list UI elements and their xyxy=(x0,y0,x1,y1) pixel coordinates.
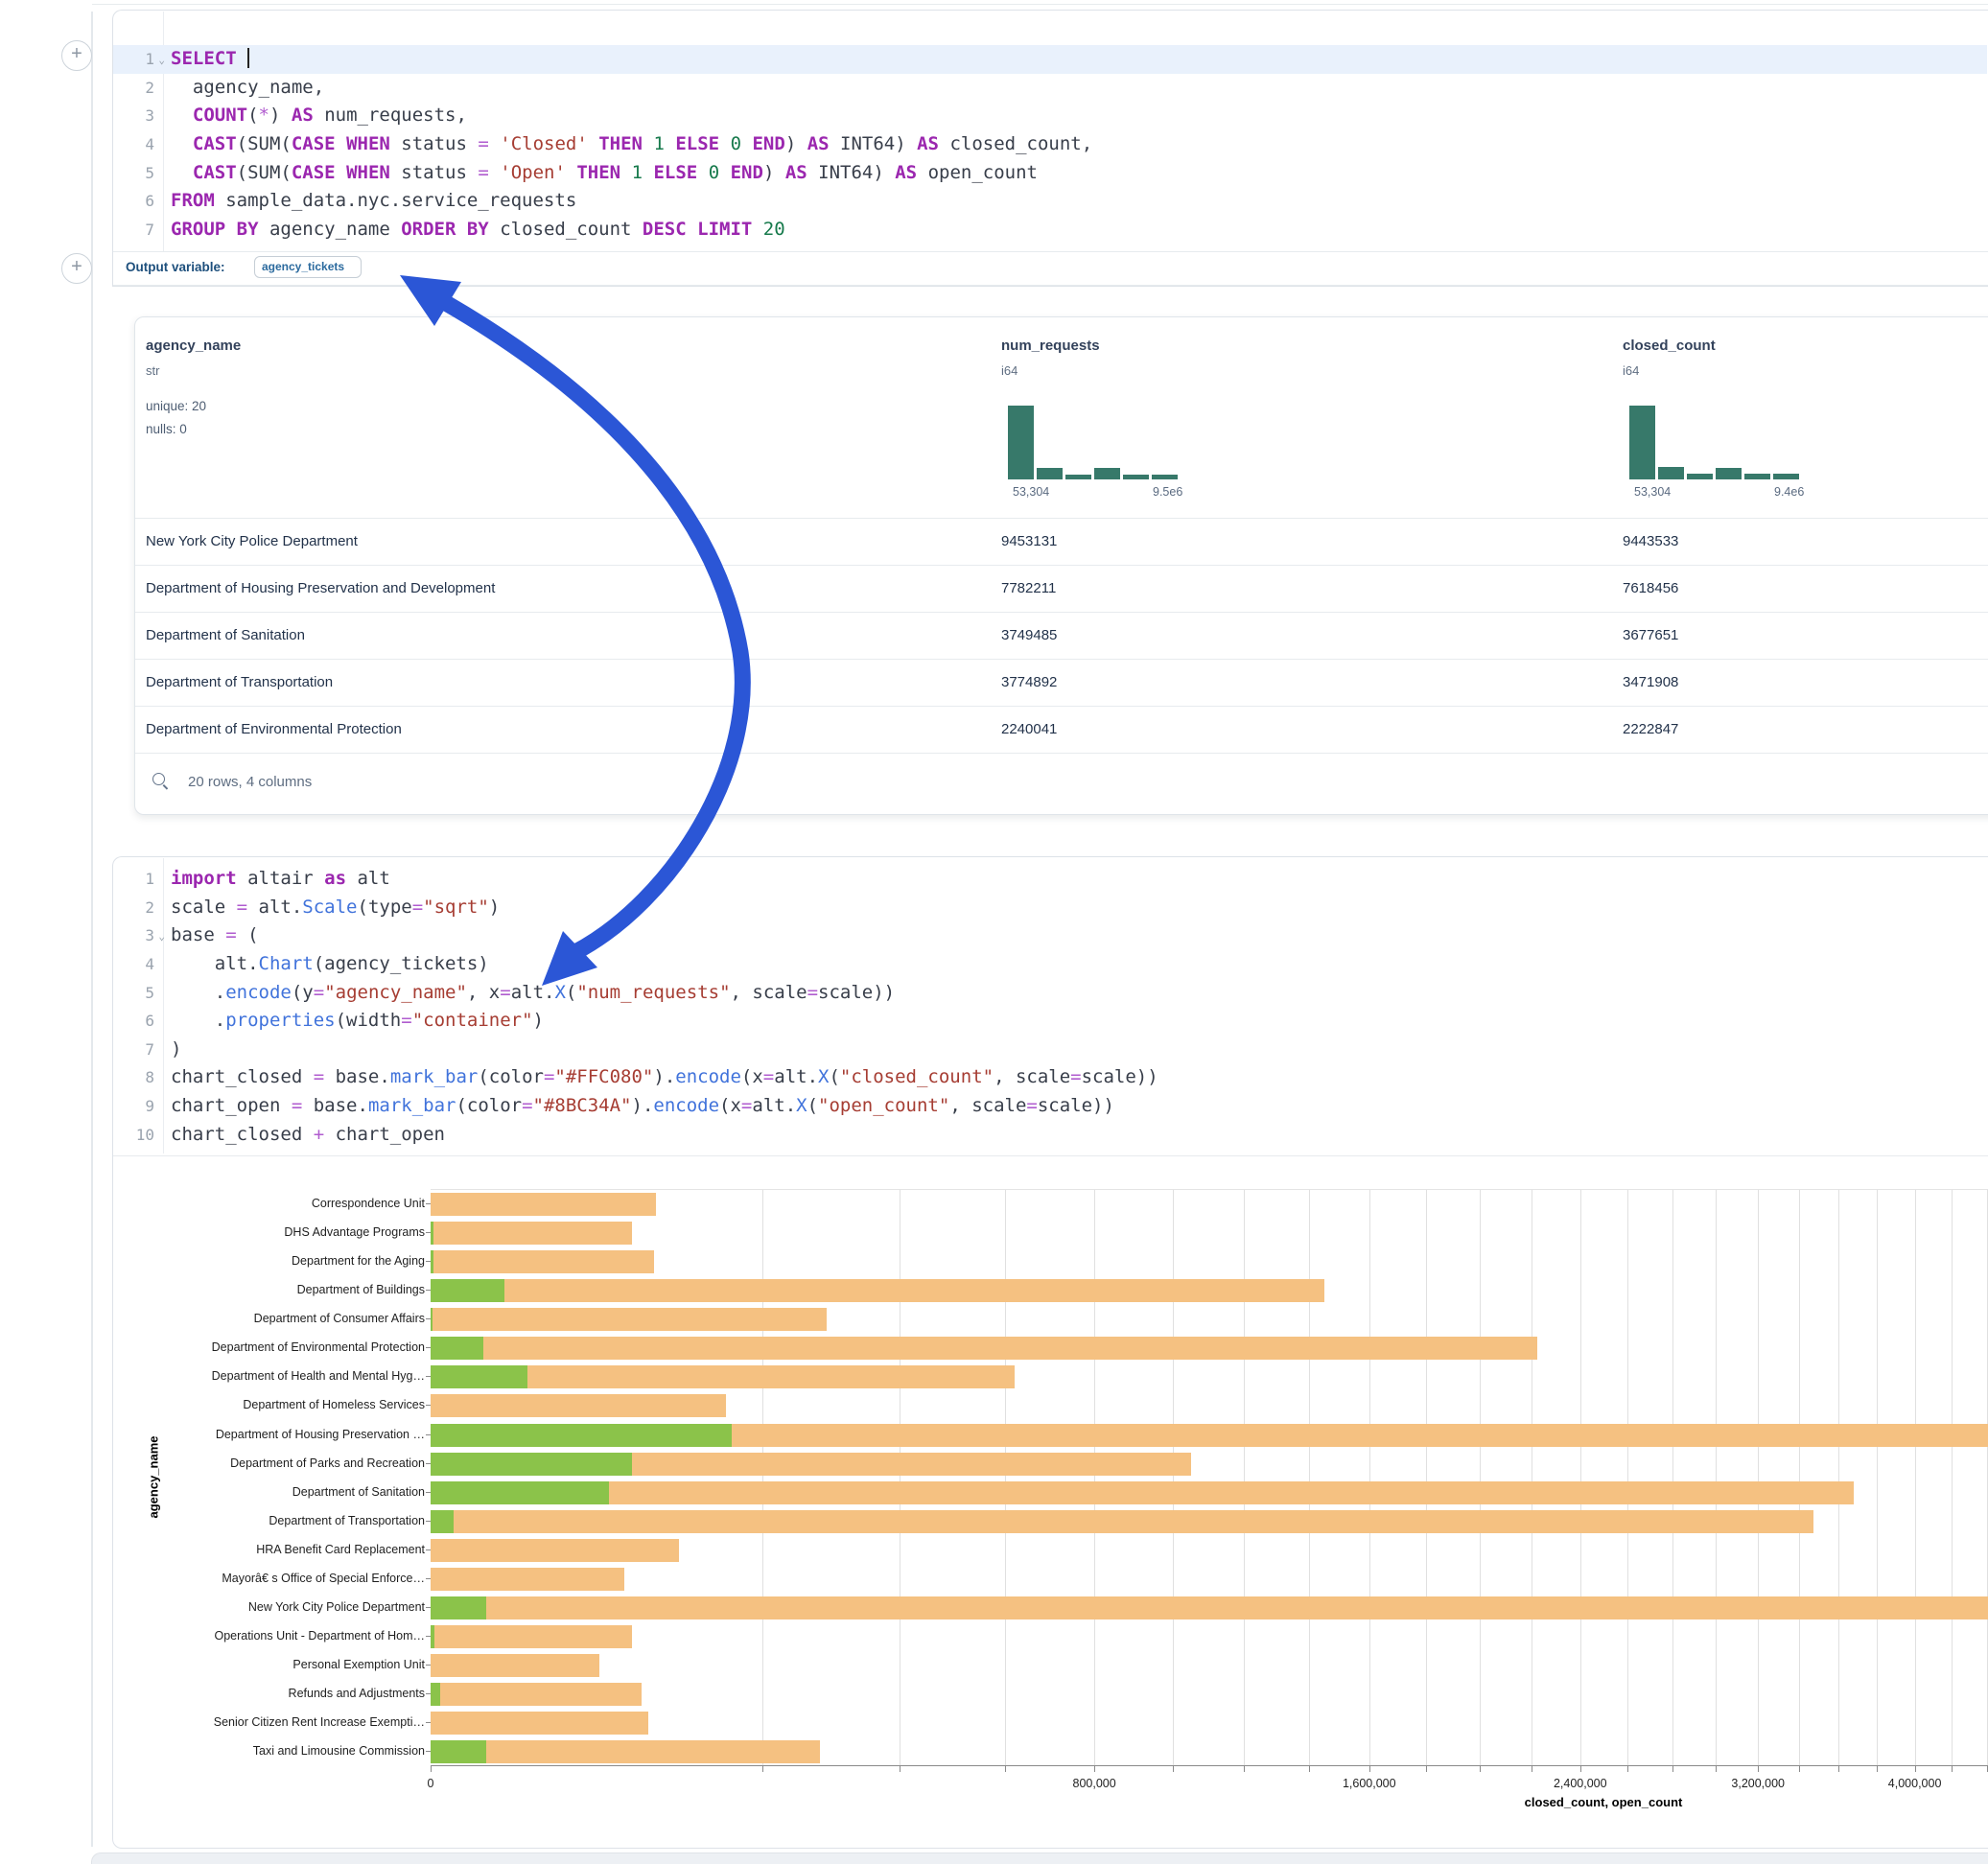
code-line: 4 CAST(SUM(CASE WHEN status = 'Closed' T… xyxy=(113,130,1987,159)
output-variable-chip[interactable]: agency_tickets xyxy=(254,256,362,278)
line-number: 6 xyxy=(113,187,164,216)
code-line: 7GROUP BY agency_name ORDER BY closed_co… xyxy=(113,216,1987,245)
code-line: 5 CAST(SUM(CASE WHEN status = 'Open' THE… xyxy=(113,159,1987,188)
line-number: 4 xyxy=(113,950,164,979)
code-line: 2 agency_name, xyxy=(113,74,1987,103)
code-line: 9chart_open = base.mark_bar(color="#8BC3… xyxy=(113,1092,1987,1121)
code-line-text: SELECT xyxy=(164,45,249,74)
line-number: 8 xyxy=(113,1063,164,1092)
add-cell-button-output[interactable]: + xyxy=(61,253,92,284)
sql-output-divider-bottom xyxy=(113,285,1988,286)
code-line: 10chart_closed + chart_open xyxy=(113,1121,1987,1150)
code-line: 6 .properties(width="container") xyxy=(113,1007,1987,1036)
code-line-text: FROM sample_data.nyc.service_requests xyxy=(164,187,576,216)
code-line: 6FROM sample_data.nyc.service_requests xyxy=(113,187,1987,216)
code-line: 5 .encode(y="agency_name", x=alt.X("num_… xyxy=(113,979,1987,1008)
code-line: 1import altair as alt xyxy=(113,865,1987,894)
plus-icon: + xyxy=(71,43,82,64)
code-line-text: chart_closed + chart_open xyxy=(164,1121,445,1150)
python-code-editor[interactable]: 1import altair as alt2scale = alt.Scale(… xyxy=(113,865,1987,1149)
line-number: 5 xyxy=(113,159,164,188)
plus-icon: + xyxy=(71,256,82,277)
code-line-text: import altair as alt xyxy=(164,865,390,894)
cell-group-rail xyxy=(91,12,93,1847)
code-line-text: chart_closed = base.mark_bar(color="#FFC… xyxy=(164,1063,1158,1092)
code-line: 1⌄SELECT xyxy=(113,45,1987,74)
line-number: 7 xyxy=(113,216,164,245)
code-line: 3⌄base = ( xyxy=(113,921,1987,950)
top-divider xyxy=(92,4,1988,5)
code-line-text: CAST(SUM(CASE WHEN status = 'Closed' THE… xyxy=(164,130,1092,159)
code-line: 4 alt.Chart(agency_tickets) xyxy=(113,950,1987,979)
sql-code-editor[interactable]: 1⌄SELECT 2 agency_name,3 COUNT(*) AS num… xyxy=(113,45,1987,244)
code-line-text: scale = alt.Scale(type="sqrt") xyxy=(164,894,500,922)
line-number: 3 xyxy=(113,102,164,130)
code-line-text: chart_open = base.mark_bar(color="#8BC34… xyxy=(164,1092,1114,1121)
code-line-text: CAST(SUM(CASE WHEN status = 'Open' THEN … xyxy=(164,159,1038,188)
python-output-divider xyxy=(113,1155,1988,1156)
dataframe-preview-card xyxy=(134,316,1988,815)
line-number: 7 xyxy=(113,1036,164,1064)
line-number: 4 xyxy=(113,130,164,159)
code-line: 3 COUNT(*) AS num_requests, xyxy=(113,102,1987,130)
line-number: 6 xyxy=(113,1007,164,1036)
search-icon-handle xyxy=(163,784,169,790)
fold-caret-icon[interactable]: ⌄ xyxy=(158,922,165,951)
notebook-page: + + 1⌄SELECT 2 agency_name,3 COUNT(*) AS… xyxy=(0,0,1988,1864)
code-line-text: GROUP BY agency_name ORDER BY closed_cou… xyxy=(164,216,785,245)
code-line-text: .encode(y="agency_name", x=alt.X("num_re… xyxy=(164,979,895,1008)
sql-output-divider-top xyxy=(113,251,1988,252)
x-axis-title: closed_count, open_count xyxy=(1412,1795,1795,1809)
line-number: 2 xyxy=(113,74,164,103)
code-line-text: ) xyxy=(164,1036,181,1064)
code-line: 8chart_closed = base.mark_bar(color="#FF… xyxy=(113,1063,1987,1092)
code-line-text: agency_name, xyxy=(164,74,324,103)
code-line-text: alt.Chart(agency_tickets) xyxy=(164,950,489,979)
line-number: 10 xyxy=(113,1121,164,1150)
code-line-text: base = ( xyxy=(164,921,259,950)
output-variable-label: Output variable: xyxy=(126,260,225,274)
line-number: 9 xyxy=(113,1092,164,1121)
next-cell-edge xyxy=(91,1852,1988,1864)
y-axis-title: agency_name xyxy=(147,1420,161,1535)
code-line: 2scale = alt.Scale(type="sqrt") xyxy=(113,894,1987,922)
line-number: 3⌄ xyxy=(113,921,164,950)
line-number: 1 xyxy=(113,865,164,894)
fold-caret-icon[interactable]: ⌄ xyxy=(158,46,165,75)
add-cell-button-top[interactable]: + xyxy=(61,40,92,71)
line-number: 1⌄ xyxy=(113,45,164,74)
text-cursor xyxy=(247,48,249,68)
code-line: 7) xyxy=(113,1036,1987,1064)
line-number: 5 xyxy=(113,979,164,1008)
line-number: 2 xyxy=(113,894,164,922)
search-icon[interactable] xyxy=(152,772,171,791)
code-line-text: COUNT(*) AS num_requests, xyxy=(164,102,467,130)
code-line-text: .properties(width="container") xyxy=(164,1007,544,1036)
